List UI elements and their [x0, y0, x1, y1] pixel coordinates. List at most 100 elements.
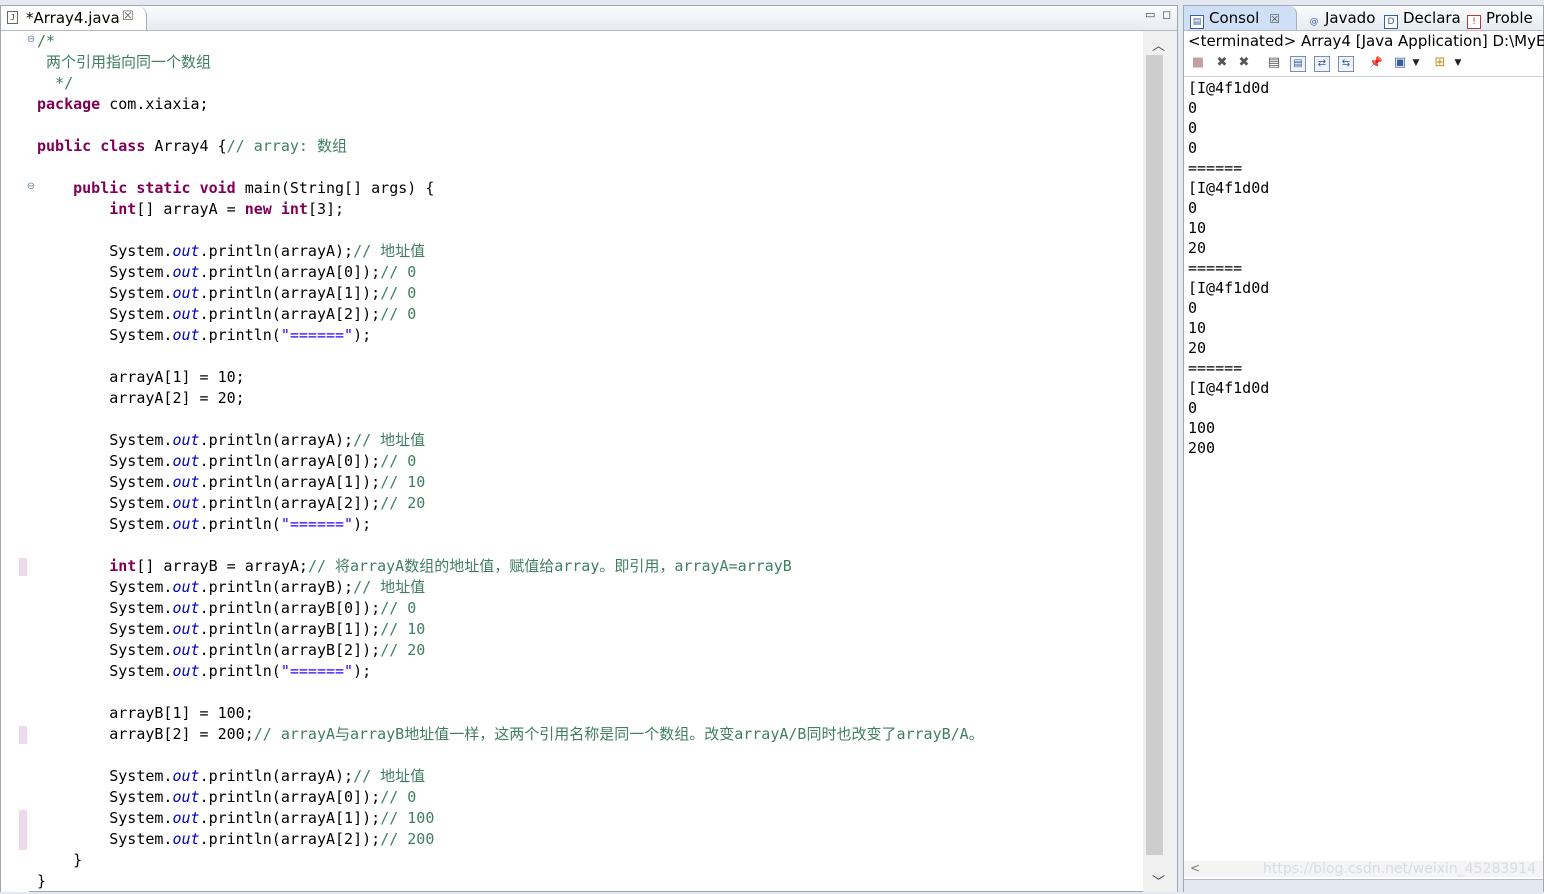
code-token: .println(arrayA[1]); [199, 473, 381, 491]
code-line[interactable]: System.out.println(arrayA[0]);// 0 [37, 262, 416, 283]
code-line[interactable]: System.out.println(arrayB[2]);// 20 [37, 640, 425, 661]
code-token: class [100, 137, 146, 155]
tab-declaration[interactable]: D Declara [1384, 6, 1461, 30]
console-horizontal-scrollbar[interactable]: < https://blog.csdn.net/weixin_45283914 [1184, 861, 1543, 877]
tab-problems[interactable]: ! Proble [1467, 6, 1533, 30]
code-token: System. [37, 473, 173, 491]
code-line[interactable]: */ [37, 73, 73, 94]
code-token: arrayB[1] = 100; [37, 704, 254, 722]
code-line[interactable]: System.out.println(arrayA[1]);// 100 [37, 808, 434, 829]
console-view[interactable]: ▤ Consol ☒ @ Javado D Declara ! Proble <termi… [1183, 5, 1544, 894]
terminate-icon[interactable]: ■ [1190, 55, 1206, 71]
code-line[interactable]: System.out.println(arrayA);// 地址值 [37, 430, 425, 451]
fold-collapse-icon[interactable]: ⊖ [26, 34, 36, 45]
code-token: System. [37, 830, 173, 848]
scroll-down-icon[interactable]: ﹀ [1152, 871, 1165, 890]
close-icon[interactable]: ☒ [122, 9, 134, 24]
code-token: "======" [280, 515, 354, 533]
code-token: System. [37, 452, 173, 470]
code-token: com.xiaxia; [100, 95, 209, 113]
editor-body[interactable]: ⊖ ⊖ /* 两个引用指向同一个数组 */ package com.xiaxia;… [1, 31, 1143, 892]
code-line[interactable]: arrayB[2] = 200;// arrayA与arrayB地址值一样，这两… [37, 724, 983, 745]
code-line[interactable]: public static void main(String[] args) { [37, 178, 434, 199]
tab-declaration-label: Declara [1403, 9, 1461, 27]
editor-tab-bar: J *Array4.java ☒ ▭ ◻ [1, 6, 1177, 31]
code-token: System. [37, 641, 173, 659]
pin-console-icon[interactable]: 📌 [1368, 55, 1384, 71]
console-output-line: 10 [1188, 219, 1207, 237]
code-line[interactable]: System.out.println(arrayA[2]);// 20 [37, 493, 425, 514]
editor-tab-array4[interactable]: J *Array4.java ☒ [1, 6, 147, 30]
code-line[interactable]: public class Array4 {// array: 数组 [37, 136, 347, 157]
code-line[interactable]: System.out.println("======"); [37, 325, 371, 346]
code-token: .println(arrayA[1]); [199, 284, 381, 302]
code-line[interactable]: System.out.println(arrayA);// 地址值 [37, 241, 425, 262]
editor-tab-label: *Array4.java [26, 9, 120, 27]
code-line[interactable]: 两个引用指向同一个数组 [37, 52, 211, 73]
code-token: System. [37, 515, 173, 533]
show-console-output-icon[interactable]: ⇆ [1338, 56, 1354, 72]
code-line[interactable]: package com.xiaxia; [37, 94, 209, 115]
code-line[interactable]: System.out.println(arrayA[0]);// 0 [37, 451, 416, 472]
clear-console-icon[interactable]: ▤ [1266, 55, 1282, 71]
code-line[interactable]: System.out.println(arrayB);// 地址值 [37, 577, 425, 598]
console-output-line: 0 [1188, 299, 1198, 317]
chevron-down-icon[interactable]: ▼ [1408, 55, 1424, 71]
editor-vertical-scrollbar[interactable]: ︿ ﹀ [1143, 31, 1177, 892]
code-line[interactable]: } [37, 871, 46, 892]
code-token: .println( [199, 662, 281, 680]
code-line[interactable]: System.out.println(arrayA[1]);// 10 [37, 472, 425, 493]
code-line[interactable]: arrayA[2] = 20; [37, 388, 244, 409]
close-icon[interactable]: ☒ [1269, 12, 1280, 26]
minimize-icon[interactable]: ▭ [1145, 8, 1155, 21]
code-token: System. [37, 284, 173, 302]
display-selected-console-icon[interactable]: ▣ [1392, 55, 1408, 71]
remove-all-launches-icon[interactable]: ✖ [1236, 55, 1252, 71]
code-line[interactable]: System.out.println(arrayA[1]);// 0 [37, 283, 416, 304]
code-token: // 将arrayA数组的地址值，赋值给array。即引用，arrayA=arr… [307, 557, 792, 575]
code-line[interactable]: System.out.println(arrayB[1]);// 10 [37, 619, 425, 640]
console-toolbar: ■ ✖ ✖ ▤ ▤ ⇄ ⇆ 📌 ▣ ▼ ⊞ ▼ [1188, 54, 1528, 74]
scroll-up-icon[interactable]: ︿ [1152, 35, 1165, 54]
code-line[interactable]: int[] arrayB = arrayA;// 将arrayA数组的地址值，赋… [37, 556, 792, 577]
code-token: ); [353, 515, 372, 533]
code-token: ); [353, 326, 372, 344]
code-line[interactable]: arrayB[1] = 100; [37, 703, 254, 724]
maximize-icon[interactable]: ◻ [1162, 8, 1171, 21]
code-line[interactable]: System.out.println(arrayB[0]);// 0 [37, 598, 416, 619]
code-line[interactable]: } [37, 850, 82, 871]
console-output-line: 0 [1188, 119, 1198, 137]
code-line[interactable]: int[] arrayA = new int[3]; [37, 199, 344, 220]
java-editor[interactable]: J *Array4.java ☒ ▭ ◻ ⊖ ⊖ /* 两个引用指向同一个数组 … [0, 5, 1178, 892]
code-line[interactable]: System.out.println("======"); [37, 514, 371, 535]
code-token: .println(arrayA); [199, 242, 354, 260]
code-token: out [172, 494, 200, 512]
code-line[interactable]: arrayA[1] = 10; [37, 367, 244, 388]
code-line[interactable]: /* [37, 31, 55, 52]
code-token: } [37, 851, 83, 869]
console-output-line: [I@4f1d0d [1188, 79, 1270, 97]
tab-console[interactable]: ▤ Consol ☒ [1184, 6, 1297, 30]
open-console-icon[interactable]: ⊞ [1432, 55, 1448, 71]
code-token: arrayB[2] = 200; [37, 725, 254, 743]
code-token: .println(arrayB[0]); [199, 599, 381, 617]
code-line[interactable]: System.out.println(arrayA[2]);// 200 [37, 829, 434, 850]
tab-javadoc[interactable]: @ Javado [1308, 6, 1376, 30]
remove-launch-icon[interactable]: ✖ [1214, 55, 1230, 71]
code-line[interactable]: System.out.println(arrayA[0]);// 0 [37, 787, 416, 808]
code-line[interactable]: System.out.println(arrayA);// 地址值 [37, 766, 425, 787]
code-token: static [136, 179, 191, 197]
scroll-left-icon[interactable]: < [1190, 861, 1200, 875]
code-line[interactable]: System.out.println("======"); [37, 661, 371, 682]
fold-collapse-icon[interactable]: ⊖ [26, 181, 36, 192]
code-line[interactable]: System.out.println(arrayA[2]);// 0 [37, 304, 416, 325]
chevron-down-icon[interactable]: ▼ [1450, 55, 1466, 71]
scroll-lock-icon[interactable]: ▤ [1290, 56, 1306, 72]
word-wrap-icon[interactable]: ⇄ [1314, 56, 1330, 72]
code-token: int [109, 557, 137, 575]
code-token: out [172, 305, 200, 323]
scroll-thumb[interactable] [1146, 55, 1163, 855]
code-token: // 0 [380, 599, 417, 617]
